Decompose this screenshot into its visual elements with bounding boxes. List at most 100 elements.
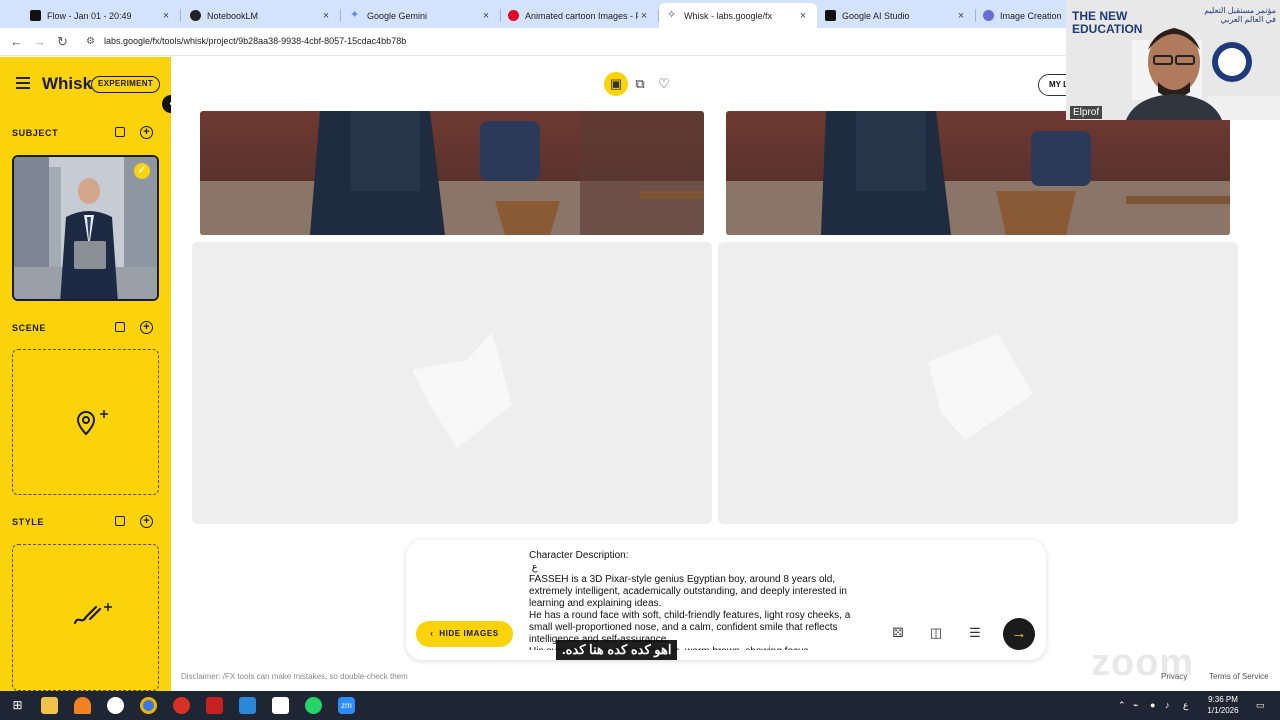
tab-notebooklm[interactable]: NotebookLM × bbox=[182, 3, 341, 28]
subject-photo bbox=[14, 157, 157, 299]
generated-image-1-art bbox=[200, 111, 704, 235]
vlc-icon[interactable] bbox=[74, 697, 91, 714]
subject-section-label: SUBJECT bbox=[12, 128, 59, 138]
acrobat-icon[interactable] bbox=[206, 697, 223, 714]
capcut-icon[interactable] bbox=[272, 697, 289, 714]
windows-start-icon[interactable]: ⊞ bbox=[9, 697, 26, 714]
close-icon[interactable]: × bbox=[638, 10, 650, 22]
close-icon[interactable]: × bbox=[797, 10, 809, 22]
chatgpt-icon[interactable] bbox=[107, 697, 124, 714]
tab-gemini[interactable]: ✦ Google Gemini × bbox=[342, 3, 501, 28]
tab-title: Whisk - labs.google/fx bbox=[684, 10, 773, 21]
scene-add-icon[interactable]: + bbox=[140, 321, 153, 334]
url-text[interactable]: labs.google/fx/tools/whisk/project/9b28a… bbox=[104, 36, 406, 46]
volume-icon[interactable]: ♪ bbox=[1165, 700, 1170, 710]
experiment-badge: EXPERIMENT bbox=[91, 76, 161, 93]
loading-shape-icon bbox=[928, 334, 1033, 440]
whisk-favicon-icon: ✧ bbox=[667, 9, 677, 21]
presenter-name-label: Elprof bbox=[1070, 106, 1103, 119]
privacy-link[interactable]: Privacy bbox=[1161, 672, 1187, 681]
clock-date: 1/1/2026 bbox=[1207, 706, 1239, 715]
hide-images-label: HIDE IMAGES bbox=[439, 629, 499, 638]
tray-chevron-icon[interactable]: ⌃ bbox=[1118, 700, 1126, 711]
app-icon[interactable] bbox=[239, 697, 256, 714]
subject-image-card[interactable]: ✓ bbox=[12, 155, 159, 301]
brush-icon bbox=[73, 603, 112, 625]
terms-link[interactable]: Terms of Service bbox=[1209, 672, 1269, 681]
dice-icon[interactable]: ⚄ bbox=[889, 625, 907, 641]
settings-sliders-icon[interactable]: ☰ bbox=[966, 625, 984, 641]
tab-title: Flow - Jan 01 - 20:49 bbox=[47, 10, 132, 21]
app-title: Whisk bbox=[42, 74, 93, 93]
loading-shape-icon bbox=[412, 332, 512, 448]
tab-pinterest[interactable]: Animated cartoon Images - Fre × bbox=[500, 3, 659, 28]
conference-title: مؤتمر مستقبل التعليم في العالم العربي bbox=[1204, 6, 1276, 24]
flow-favicon-icon bbox=[30, 10, 41, 21]
notebooklm-favicon-icon bbox=[190, 10, 201, 21]
tab-image-creation[interactable]: Image Creation - Le bbox=[975, 3, 1070, 28]
scene-section-label: SCENE bbox=[12, 323, 47, 333]
tab-title: Google AI Studio bbox=[842, 10, 910, 21]
network-icon[interactable]: ⌁ bbox=[1133, 700, 1138, 711]
main-canvas: ▣ ⧉ ♡ MY L Disclaimer: /FX tools can mak… bbox=[171, 57, 1280, 691]
generated-image-1[interactable] bbox=[200, 111, 704, 235]
reload-icon[interactable]: ↻ bbox=[57, 34, 68, 50]
close-icon[interactable]: × bbox=[480, 10, 492, 22]
style-upload-icon[interactable] bbox=[115, 516, 125, 526]
brand-line-1: THE NEW bbox=[1072, 9, 1128, 23]
prompt-box: Character Description: ع FASSEH is a 3D … bbox=[406, 540, 1046, 660]
generated-image-2-art bbox=[726, 111, 1230, 235]
favorites-heart-icon[interactable]: ♡ bbox=[652, 72, 676, 96]
close-icon[interactable]: × bbox=[955, 10, 967, 22]
sidebar: Whisk EXPERIMENT SUBJECT + ✓ SCENE + STY… bbox=[0, 57, 171, 691]
windows-taskbar: ⊞ zm ⌃ ⌁ ● ♪ ع 9:36 PM 1/1/2026 ▭ bbox=[0, 691, 1280, 720]
image-creation-favicon-icon bbox=[983, 10, 994, 21]
notification-icon[interactable]: ▭ bbox=[1256, 700, 1265, 711]
scene-upload-icon[interactable] bbox=[115, 322, 125, 332]
clock-time: 9:36 PM bbox=[1208, 695, 1238, 704]
close-icon[interactable]: × bbox=[320, 10, 332, 22]
tab-title: NotebookLM bbox=[207, 10, 259, 21]
disclaimer-text: Disclaimer: /FX tools can make mistakes,… bbox=[181, 672, 408, 681]
chrome-icon[interactable] bbox=[140, 697, 157, 714]
tab-flow[interactable]: Flow - Jan 01 - 20:49 × bbox=[22, 3, 181, 28]
zoom-app-icon[interactable]: zm bbox=[338, 697, 355, 714]
video-mode-icon[interactable]: ⧉ bbox=[628, 72, 652, 96]
selected-check-icon: ✓ bbox=[134, 163, 150, 179]
clock[interactable]: 9:36 PM 1/1/2026 bbox=[1200, 694, 1246, 716]
live-caption: اهو كده كده هنا كده. bbox=[556, 640, 678, 660]
image-placeholder-3 bbox=[192, 242, 712, 524]
hide-images-button[interactable]: ‹ HIDE IMAGES bbox=[416, 621, 513, 647]
close-icon[interactable]: × bbox=[160, 10, 172, 22]
tab-ai-studio[interactable]: Google AI Studio × bbox=[817, 3, 976, 28]
tab-whisk[interactable]: ✧ Whisk - labs.google/fx × bbox=[659, 3, 817, 28]
subject-upload-icon[interactable] bbox=[115, 127, 125, 137]
language-indicator[interactable]: ع bbox=[1183, 700, 1188, 711]
whatsapp-icon[interactable] bbox=[305, 697, 322, 714]
brand-line-2: EDUCATION bbox=[1072, 22, 1143, 36]
mic-icon[interactable]: ● bbox=[1150, 700, 1155, 710]
webcam-overlay: THE NEW EDUCATION مؤتمر مستقبل التعليم في… bbox=[1066, 0, 1280, 120]
back-arrow-icon[interactable]: ← bbox=[10, 34, 23, 49]
image-placeholder-4 bbox=[718, 242, 1238, 524]
prompt-textarea[interactable]: Character Description: ع FASSEH is a 3D … bbox=[529, 550, 864, 650]
style-section-label: STYLE bbox=[12, 517, 45, 527]
tab-title: Image Creation - Le bbox=[1000, 10, 1062, 21]
style-add-icon[interactable]: + bbox=[140, 515, 153, 528]
style-drop-zone[interactable] bbox=[12, 544, 159, 691]
pinterest-favicon-icon bbox=[508, 10, 519, 21]
submit-arrow-button[interactable]: → bbox=[1003, 618, 1035, 650]
location-pin-icon bbox=[76, 410, 108, 436]
opera-icon[interactable] bbox=[173, 697, 190, 714]
brand-text: THE NEW EDUCATION bbox=[1072, 10, 1142, 36]
scene-drop-zone[interactable] bbox=[12, 349, 159, 495]
subject-add-icon[interactable]: + bbox=[140, 126, 153, 139]
image-mode-icon[interactable]: ▣ bbox=[604, 72, 628, 96]
site-settings-icon[interactable]: ⚙ bbox=[86, 36, 95, 47]
tab-title: Animated cartoon Images - Fre bbox=[525, 10, 638, 21]
hamburger-menu-icon[interactable] bbox=[16, 77, 30, 89]
generated-image-2[interactable] bbox=[726, 111, 1230, 235]
file-explorer-icon[interactable] bbox=[41, 697, 58, 714]
forward-arrow-icon[interactable]: → bbox=[33, 34, 46, 49]
aspect-ratio-icon[interactable]: ◫ bbox=[927, 625, 945, 641]
